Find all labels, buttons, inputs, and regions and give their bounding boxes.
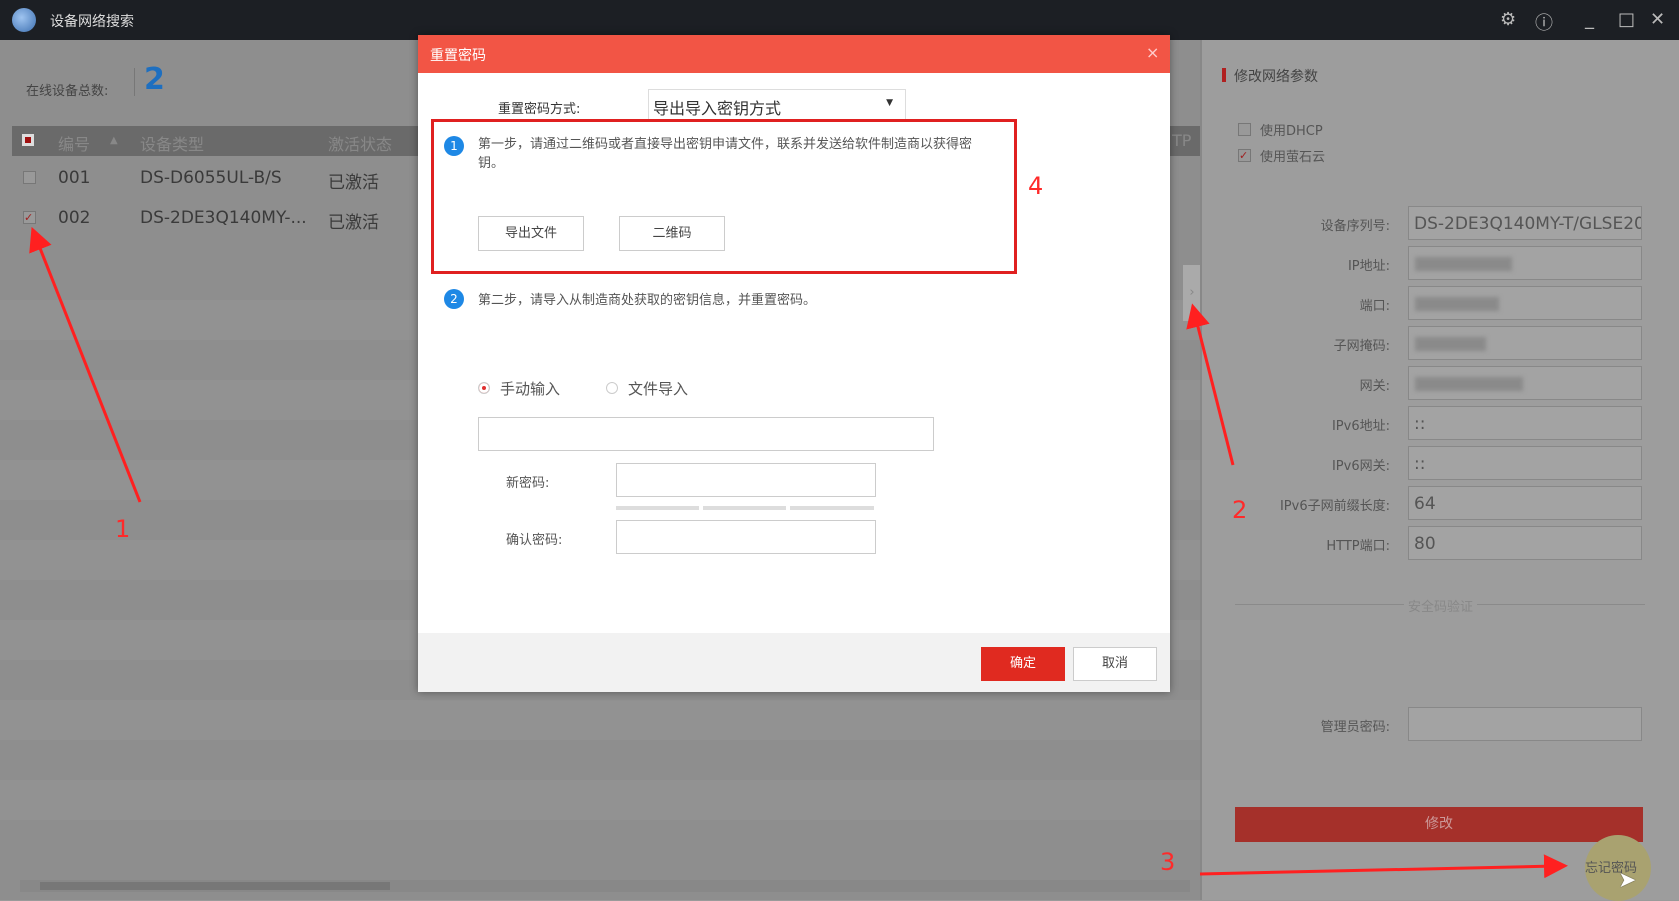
annotation-label-1: 1 bbox=[115, 515, 131, 543]
arrow-1 bbox=[29, 226, 142, 503]
annotation-label-4: 4 bbox=[1028, 172, 1044, 200]
annotation-arrows bbox=[29, 226, 1568, 879]
annotation-label-3: 3 bbox=[1160, 848, 1176, 876]
arrow-3 bbox=[1199, 854, 1568, 879]
arrow-2 bbox=[1186, 303, 1235, 466]
annotation-label-2: 2 bbox=[1232, 496, 1248, 524]
